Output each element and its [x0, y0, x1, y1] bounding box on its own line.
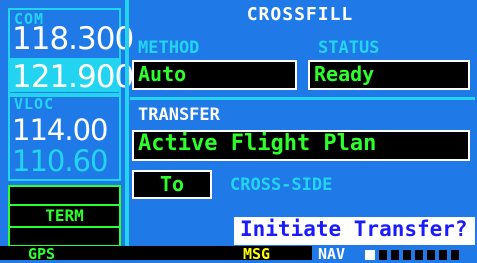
transfer-value[interactable]: Active Flight Plan	[138, 131, 376, 156]
nav-label: NAV	[318, 245, 346, 263]
gps-annunciator: GPS	[28, 245, 56, 263]
vloc-label: VLOC	[14, 95, 55, 113]
annunciator-box-3	[8, 226, 121, 247]
status-label: STATUS	[318, 38, 380, 58]
annunciator-box-1	[8, 185, 121, 206]
msg-annunciator: MSG	[243, 245, 271, 263]
vloc-active-frequency: 114.00	[12, 113, 108, 147]
method-label: METHOD	[138, 38, 200, 58]
com-active-frequency: 118.300	[12, 21, 134, 57]
page-indicator-active	[365, 250, 375, 260]
page-indicator-dot-3	[403, 250, 411, 260]
com-standby-frequency[interactable]: 121.900	[12, 59, 134, 95]
transfer-label: TRANSFER	[138, 105, 220, 125]
cdi-mode-term: TERM	[45, 206, 84, 225]
section-divider	[130, 97, 475, 100]
direction-target: CROSS-SIDE	[230, 175, 333, 195]
direction-value[interactable]: To	[132, 172, 212, 196]
page-indicator-dot-1	[379, 250, 387, 260]
column-divider	[125, 0, 129, 260]
vloc-standby-frequency[interactable]: 110.60	[12, 144, 108, 178]
page-indicator-dot-2	[391, 250, 399, 260]
page-title: CROSSFILL	[246, 4, 354, 25]
status-value: Ready	[314, 62, 375, 86]
initiate-transfer-label[interactable]: Initiate Transfer?	[240, 217, 468, 241]
page-indicator-dot-6	[439, 250, 447, 260]
page-indicator-dot-5	[427, 250, 435, 260]
page-indicator-dot-7	[451, 250, 459, 260]
page-indicator-dot-4	[415, 250, 423, 260]
method-value[interactable]: Auto	[138, 62, 186, 86]
